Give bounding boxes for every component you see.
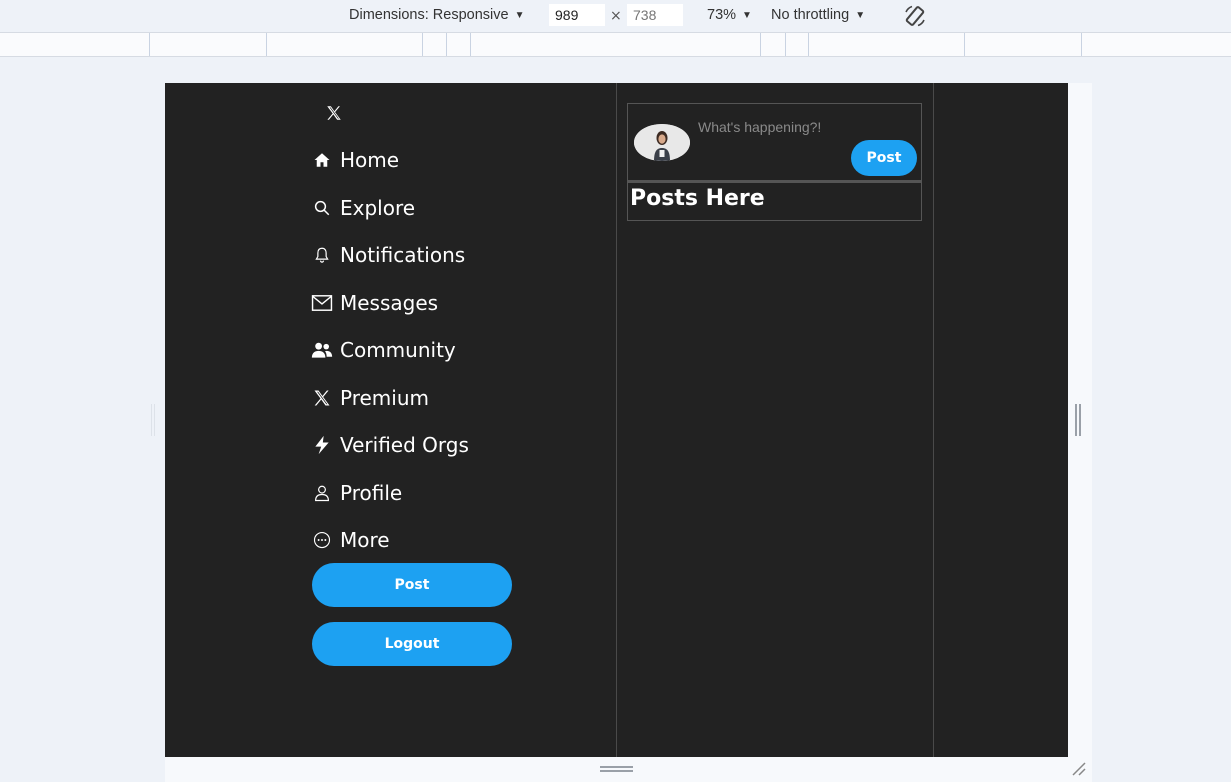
nav-item-messages[interactable]: Messages [311, 286, 438, 320]
nav-label: Community [340, 338, 456, 362]
times-separator: × [610, 8, 622, 24]
lightning-icon [311, 434, 333, 456]
media-query-ruler[interactable] [0, 32, 1231, 57]
corner-resize-icon[interactable] [1071, 761, 1087, 777]
feed-container: Posts Here [627, 183, 922, 221]
height-input[interactable] [627, 4, 683, 26]
nav-item-notifications[interactable]: Notifications [311, 238, 465, 272]
chevron-down-icon: ▼ [742, 10, 752, 21]
nav-label: Explore [340, 196, 416, 220]
x-logo-icon[interactable] [325, 104, 343, 122]
rotate-icon[interactable] [903, 4, 927, 28]
nav-label: Profile [340, 481, 403, 505]
nav-label: Verified Orgs [340, 433, 469, 457]
more-circle-icon [311, 529, 333, 551]
nav-item-explore[interactable]: Explore [311, 191, 415, 225]
dimensions-dropdown[interactable]: Dimensions: Responsive ▼ [349, 7, 524, 23]
feed-title: Posts Here [630, 186, 765, 211]
width-input[interactable] [549, 4, 605, 26]
compose-post-button[interactable]: Post [851, 140, 917, 176]
home-icon [311, 149, 333, 171]
avatar[interactable] [634, 124, 690, 161]
nav-label: Premium [340, 386, 429, 410]
nav-item-community[interactable]: Community [311, 333, 456, 367]
column-divider [616, 83, 617, 757]
dimensions-label: Dimensions: Responsive [349, 7, 509, 23]
search-icon [311, 197, 333, 219]
left-resize-handle[interactable] [151, 404, 155, 436]
throttling-dropdown[interactable]: No throttling ▼ [771, 7, 865, 23]
post-button[interactable]: Post [312, 563, 512, 607]
post-composer: Post [627, 103, 922, 181]
nav-item-profile[interactable]: Profile [311, 476, 402, 510]
people-icon [311, 339, 333, 361]
right-resize-handle[interactable] [1075, 404, 1081, 436]
chevron-down-icon: ▼ [514, 10, 525, 21]
nav-label: Home [340, 148, 400, 172]
zoom-dropdown[interactable]: 73% ▼ [707, 7, 752, 23]
column-divider [933, 83, 934, 757]
x-logo-icon [311, 387, 333, 409]
nav-item-more[interactable]: More [311, 523, 390, 557]
person-icon [311, 482, 333, 504]
logout-button[interactable]: Logout [312, 622, 512, 666]
chevron-down-icon: ▼ [855, 10, 866, 21]
devtools-device-toolbar: Dimensions: Responsive ▼ × 73% ▼ No thrott… [0, 0, 1231, 32]
zoom-label: 73% [707, 7, 737, 23]
nav-label: Notifications [340, 243, 466, 267]
bell-icon [311, 244, 333, 266]
device-viewport: Home Explore Notifications Messages Comm… [165, 83, 1068, 757]
nav-item-home[interactable]: Home [311, 143, 399, 177]
bottom-resize-handle[interactable] [600, 766, 633, 772]
nav-item-premium[interactable]: Premium [311, 381, 429, 415]
nav-label: More [340, 528, 390, 552]
nav-item-verified-orgs[interactable]: Verified Orgs [311, 428, 469, 462]
throttling-label: No throttling [771, 7, 850, 23]
envelope-icon [311, 292, 333, 314]
nav-label: Messages [340, 291, 439, 315]
compose-input[interactable] [698, 116, 908, 138]
